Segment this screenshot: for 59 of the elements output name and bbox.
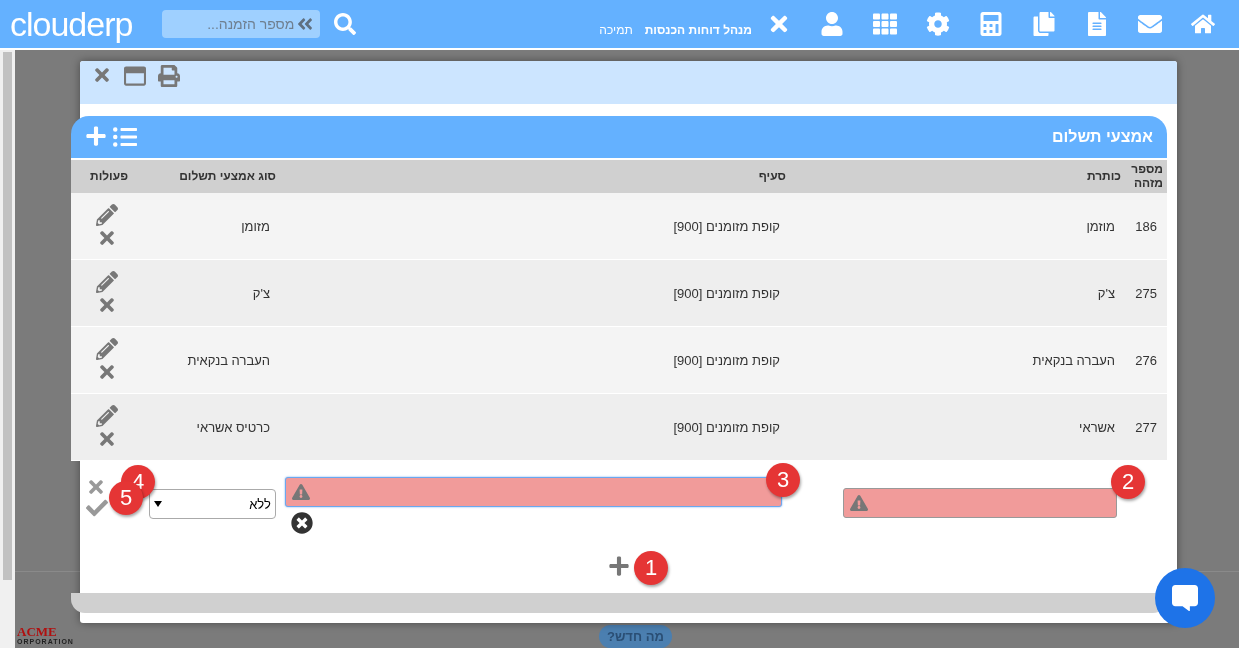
table-cell-text: אשראי <box>1078 419 1116 435</box>
chat-icon <box>1172 585 1198 611</box>
table-cell-text: כרטיס אשראי <box>195 419 271 435</box>
number-marker: 2 <box>1111 465 1145 499</box>
table-cell-text: קופת מזומנים [900] <box>672 218 781 234</box>
table-cell-text: קופת מזומנים [900] <box>672 285 781 301</box>
type-select[interactable]: ללא <box>149 489 276 519</box>
pencil-icon[interactable] <box>96 338 118 360</box>
table-cell-text: מזומן <box>240 218 271 234</box>
table-cell-text: 186 <box>1134 218 1158 234</box>
delete-icon[interactable] <box>97 295 117 315</box>
warning-icon <box>292 483 310 501</box>
clear-icon[interactable] <box>291 512 313 534</box>
scrollbar-thumb[interactable] <box>3 52 12 580</box>
table-cell-text: 275 <box>1134 285 1158 301</box>
table-cell-text: 277 <box>1134 419 1158 435</box>
print-icon[interactable] <box>158 65 180 87</box>
search-icon[interactable] <box>334 13 357 35</box>
delete-icon[interactable] <box>97 362 117 382</box>
pencil-icon[interactable] <box>96 271 118 293</box>
table-cell-text: צ'ק <box>251 285 271 301</box>
dropdown-icon <box>154 501 162 507</box>
double-chevron-icon[interactable] <box>296 15 315 33</box>
nav-link[interactable]: מנהל דוחות הכנסות <box>644 23 752 37</box>
column-header: כותרת <box>1085 169 1122 184</box>
close-icon[interactable] <box>92 65 112 85</box>
company-logo: ACME <box>17 625 58 638</box>
table-cell-text: צ'ק <box>1096 285 1116 301</box>
delete-icon[interactable] <box>97 429 117 449</box>
add-icon[interactable] <box>85 125 107 149</box>
list-icon[interactable] <box>113 125 137 149</box>
panel-title: אמצעי תשלום <box>1052 128 1153 146</box>
column-header: סעיף <box>757 169 787 184</box>
table-cell-text: העברה בנקאית <box>186 352 271 368</box>
column-header: פעולות <box>89 169 129 184</box>
column-header: סוג אמצעי תשלום <box>178 169 277 184</box>
chat-button[interactable] <box>1155 568 1215 628</box>
logo[interactable]: clouderp <box>10 4 133 44</box>
select-value: ללא <box>249 496 271 512</box>
number-marker: 1 <box>634 551 668 585</box>
table-cell-text: 276 <box>1134 352 1158 368</box>
table-cell-text: קופת מזומנים [900] <box>672 352 781 368</box>
cancel-icon[interactable] <box>86 477 106 497</box>
table-cell-text: העברה בנקאית <box>1031 352 1116 368</box>
search-input[interactable]: מספר הזמנה... <box>168 15 297 33</box>
warning-icon <box>850 494 868 512</box>
pencil-icon[interactable] <box>96 204 118 226</box>
whats-new-button[interactable]: מה חדש? <box>598 625 672 648</box>
delete-icon[interactable] <box>97 228 117 248</box>
table-cell-text: קופת מזומנים [900] <box>672 419 781 435</box>
column-header: מספר מזהה <box>1130 163 1164 190</box>
pencil-icon[interactable] <box>96 405 118 427</box>
number-marker: 3 <box>766 463 800 497</box>
nav-link[interactable]: תמיכה <box>599 23 633 37</box>
check-icon[interactable] <box>86 497 108 519</box>
title-field[interactable] <box>843 488 1117 518</box>
window-icon[interactable] <box>124 65 146 87</box>
table-cell-text: מוזמן <box>1085 218 1116 234</box>
search-field[interactable]: מספר הזמנה... <box>162 10 321 38</box>
